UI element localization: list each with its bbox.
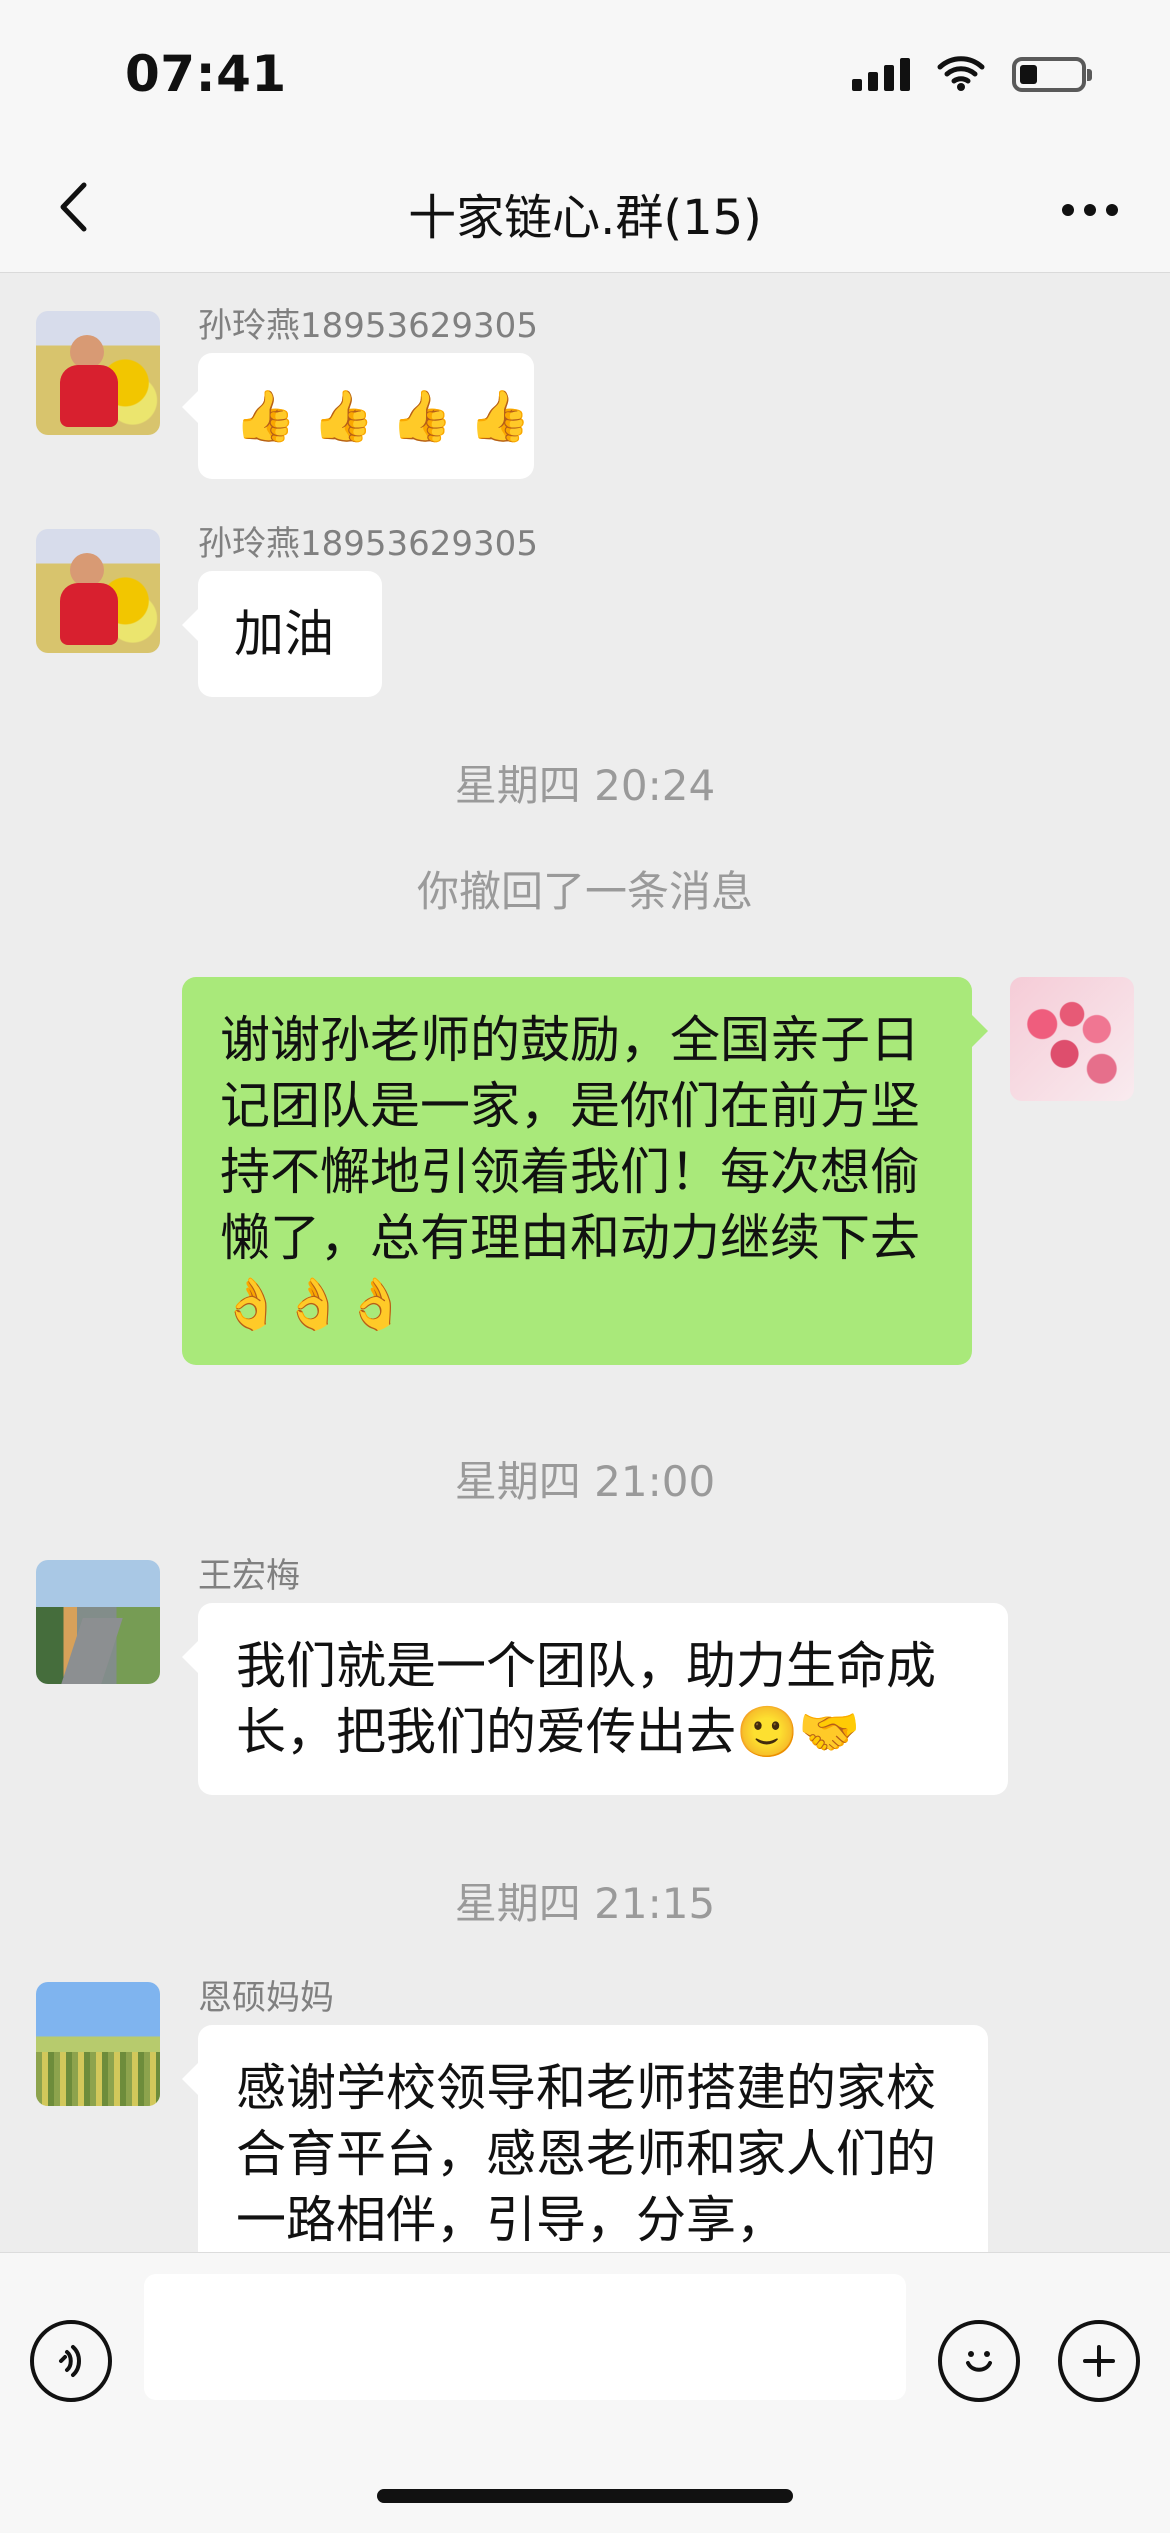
timestamp: 星期四 21:15 <box>454 1879 716 1928</box>
thumbs-up-icon: 👍 <box>390 387 453 445</box>
thumbs-up-icon: 👍 <box>234 387 297 445</box>
thumbs-up-icon: 👍 <box>312 387 375 445</box>
avatar[interactable] <box>36 529 160 653</box>
message-bubble[interactable]: 加油 <box>182 571 382 697</box>
message-row: 孙玲燕18953629305 👍 👍 👍 👍 <box>0 290 1170 490</box>
avatar[interactable] <box>36 311 160 435</box>
thumbs-up-icon: 👍 <box>468 387 532 445</box>
message-row: 孙玲燕18953629305 加油 <box>0 508 1170 708</box>
timestamp: 星期四 20:24 <box>454 761 716 810</box>
wifi-icon <box>936 56 986 92</box>
home-indicator <box>377 2489 793 2503</box>
emoji-row: 👍 👍 👍 👍 <box>234 383 531 449</box>
message-text: 我们就是一个团队，助力生命成长，把我们的爱传出去🙂🤝 <box>236 1637 936 1761</box>
battery-icon <box>1012 56 1092 92</box>
more-button[interactable] <box>1050 188 1130 232</box>
voice-icon <box>59 2345 81 2377</box>
sender-name: 王宏梅 <box>198 1556 300 1596</box>
plus-icon <box>1083 2345 1115 2377</box>
message-bubble[interactable]: 👍 👍 👍 👍 <box>182 353 534 479</box>
message-bubble[interactable]: 谢谢孙老师的鼓励，全国亲子日记团队是一家，是你们在前方坚持不懈地引领着我们！每次… <box>182 977 988 1365</box>
plus-button[interactable] <box>1058 2320 1140 2402</box>
message-text: 谢谢孙老师的鼓励，全国亲子日记团队是一家，是你们在前方坚持不懈地引领着我们！每次… <box>220 1011 920 1333</box>
signal-icon <box>852 57 910 91</box>
message-row: 王宏梅 我们就是一个团队，助力生命成长，把我们的爱传出去🙂🤝 <box>0 1548 1170 1808</box>
voice-button[interactable] <box>30 2320 112 2402</box>
avatar[interactable] <box>1010 977 1134 1101</box>
status-icons <box>852 56 1092 92</box>
timestamp: 星期四 21:00 <box>454 1457 716 1506</box>
message-bubble[interactable]: 感谢学校领导和老师搭建的家校合育平台，感恩老师和家人们的一路相伴，引导，分享， <box>182 2025 988 2252</box>
recall-notice: 你撤回了一条消息 <box>416 867 753 916</box>
chat-header: 十家链心.群(15) <box>0 150 1170 273</box>
message-row: 谢谢孙老师的鼓励，全国亲子日记团队是一家，是你们在前方坚持不懈地引领着我们！每次… <box>0 977 1170 1377</box>
chat-title: 十家链心.群(15) <box>408 190 762 246</box>
chat-area[interactable]: 孙玲燕18953629305 👍 👍 👍 👍 孙玲燕18953629305 加油… <box>0 272 1170 2252</box>
sender-name: 孙玲燕18953629305 <box>198 306 538 346</box>
status-time: 07:41 <box>125 45 287 103</box>
avatar[interactable] <box>36 1560 160 1684</box>
message-text: 加油 <box>234 605 334 663</box>
more-icon <box>1062 204 1118 216</box>
message-text: 感谢学校领导和老师搭建的家校合育平台，感恩老师和家人们的一路相伴，引导，分享， <box>236 2059 936 2249</box>
message-input[interactable] <box>144 2274 906 2400</box>
avatar[interactable] <box>36 1982 160 2106</box>
sender-name: 恩硕妈妈 <box>198 1978 334 2018</box>
status-bar: 07:41 <box>0 0 1170 150</box>
emoji-button[interactable] <box>938 2320 1020 2402</box>
sender-name: 孙玲燕18953629305 <box>198 524 538 564</box>
message-row: 恩硕妈妈 感谢学校领导和老师搭建的家校合育平台，感恩老师和家人们的一路相伴，引导… <box>0 1970 1170 2252</box>
message-bubble[interactable]: 我们就是一个团队，助力生命成长，把我们的爱传出去🙂🤝 <box>182 1603 1008 1795</box>
emoji-icon <box>966 2351 992 2372</box>
